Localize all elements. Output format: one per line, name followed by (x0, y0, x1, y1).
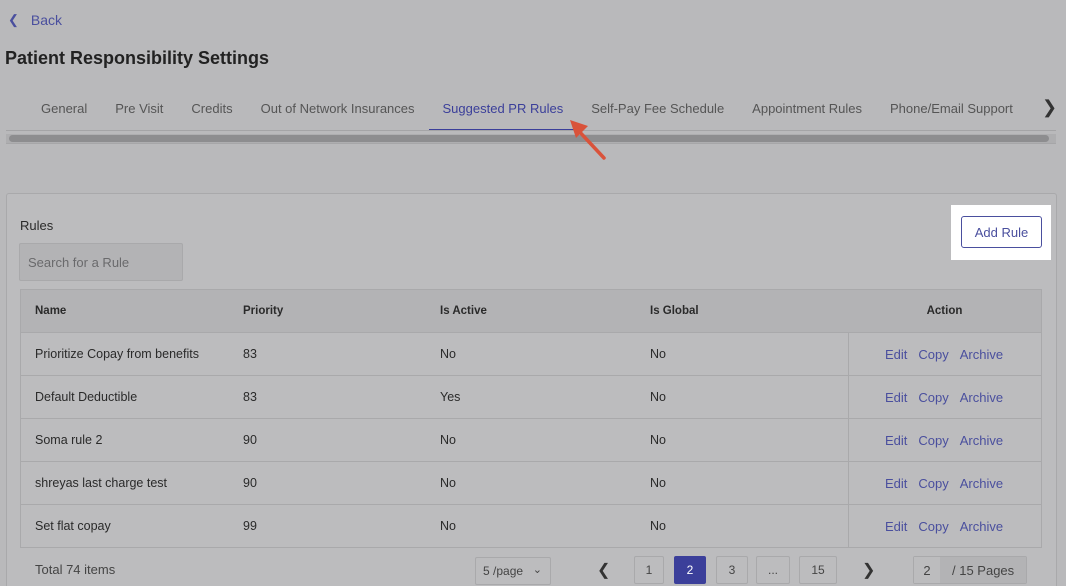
copy-link[interactable]: Copy (918, 433, 948, 448)
header-is-active: Is Active (440, 305, 487, 317)
cell-is-active: No (440, 476, 456, 490)
tab-suggested-pr-rules[interactable]: Suggested PR Rules (428, 93, 578, 131)
page-1-button[interactable]: 1 (634, 556, 664, 584)
archive-link[interactable]: Archive (960, 519, 1003, 534)
header-name: Name (35, 305, 67, 317)
annotation-arrow-icon (570, 120, 606, 160)
table-row: Prioritize Copay from benefits 83 No No … (21, 333, 1041, 376)
cell-priority: 83 (243, 390, 257, 404)
back-link[interactable]: ❮ Back (8, 12, 62, 28)
tab-phone-email-support[interactable]: Phone/Email Support (876, 93, 1027, 131)
tab-appointment-rules[interactable]: Appointment Rules (738, 93, 876, 131)
table-row: Soma rule 2 90 No No Edit Copy Archive (21, 419, 1041, 462)
cell-priority: 99 (243, 519, 257, 533)
cell-name: shreyas last charge test (35, 476, 168, 490)
rules-table: Name Priority Is Active Is Global Action… (20, 289, 1042, 548)
page-jump: 2 / 15 Pages (913, 556, 1027, 584)
copy-link[interactable]: Copy (918, 390, 948, 405)
page-title: Patient Responsibility Settings (5, 48, 270, 68)
copy-link[interactable]: Copy (918, 476, 948, 491)
cell-actions: Edit Copy Archive (848, 419, 1041, 461)
cell-actions: Edit Copy Archive (848, 333, 1041, 375)
tab-general[interactable]: General (27, 93, 101, 131)
cell-priority: 90 (243, 433, 257, 447)
cell-priority: 90 (243, 476, 257, 490)
cell-is-active: No (440, 519, 456, 533)
scrollbar-thumb[interactable] (9, 135, 1049, 142)
page-jump-total: / 15 Pages (940, 557, 1026, 583)
prev-page-icon[interactable]: ❮ (597, 560, 610, 580)
tab-pre-visit[interactable]: Pre Visit (101, 93, 177, 131)
page-3-button[interactable]: 3 (716, 556, 748, 584)
page-jump-input[interactable]: 2 (914, 557, 940, 583)
pagination-bar: Total 74 items 5 /page ⌄ ❮ 1 2 3 ... 15 … (20, 548, 1042, 586)
next-page-icon[interactable]: ❯ (862, 560, 875, 580)
header-is-global: Is Global (650, 305, 699, 317)
cell-is-active: No (440, 347, 456, 361)
edit-link[interactable]: Edit (885, 433, 907, 448)
page-size-select[interactable]: 5 /page ⌄ (475, 557, 551, 585)
tabs-scrollbar[interactable] (6, 134, 1056, 144)
cell-actions: Edit Copy Archive (848, 462, 1041, 504)
cell-is-global: No (650, 433, 666, 447)
rules-heading: Rules (20, 218, 54, 233)
cell-name: Set flat copay (35, 519, 111, 533)
archive-link[interactable]: Archive (960, 433, 1003, 448)
add-rule-highlight: Add Rule (951, 205, 1051, 260)
cell-is-global: No (650, 519, 666, 533)
table-row: Set flat copay 99 No No Edit Copy Archiv… (21, 505, 1041, 548)
search-input[interactable] (19, 243, 183, 281)
page-2-button[interactable]: 2 (674, 556, 706, 584)
page-ellipsis-button[interactable]: ... (756, 556, 790, 584)
page-size-value: 5 /page (483, 564, 524, 578)
cell-is-global: No (650, 390, 666, 404)
tab-out-of-network-insurances[interactable]: Out of Network Insurances (247, 93, 429, 131)
back-label: Back (30, 12, 63, 28)
edit-link[interactable]: Edit (885, 476, 907, 491)
archive-link[interactable]: Archive (960, 390, 1003, 405)
settings-tabs: General Pre Visit Credits Out of Network… (27, 93, 1027, 131)
edit-link[interactable]: Edit (885, 347, 907, 362)
edit-link[interactable]: Edit (885, 390, 907, 405)
table-row: shreyas last charge test 90 No No Edit C… (21, 462, 1041, 505)
cell-actions: Edit Copy Archive (848, 505, 1041, 547)
header-action: Action (926, 305, 963, 317)
cell-is-active: Yes (440, 390, 461, 404)
tab-credits[interactable]: Credits (177, 93, 246, 131)
cell-is-active: No (440, 433, 456, 447)
edit-link[interactable]: Edit (885, 519, 907, 534)
table-header: Name Priority Is Active Is Global Action (21, 290, 1041, 333)
chevron-down-icon: ⌄ (532, 564, 542, 576)
cell-is-global: No (650, 347, 666, 361)
chevron-right-icon[interactable]: ❯ (1042, 97, 1057, 118)
archive-link[interactable]: Archive (960, 476, 1003, 491)
copy-link[interactable]: Copy (918, 519, 948, 534)
cell-is-global: No (650, 476, 666, 490)
chevron-left-icon: ❮ (8, 12, 19, 27)
header-priority: Priority (243, 305, 284, 317)
add-rule-button[interactable]: Add Rule (961, 216, 1042, 248)
cell-priority: 83 (243, 347, 257, 361)
total-items: Total 74 items (35, 562, 116, 577)
cell-name: Prioritize Copay from benefits (35, 347, 199, 361)
copy-link[interactable]: Copy (918, 347, 948, 362)
page-15-button[interactable]: 15 (799, 556, 837, 584)
cell-name: Soma rule 2 (35, 433, 103, 447)
cell-name: Default Deductible (35, 390, 138, 404)
table-row: Default Deductible 83 Yes No Edit Copy A… (21, 376, 1041, 419)
tabs-divider (6, 130, 1056, 131)
cell-actions: Edit Copy Archive (848, 376, 1041, 418)
archive-link[interactable]: Archive (960, 347, 1003, 362)
